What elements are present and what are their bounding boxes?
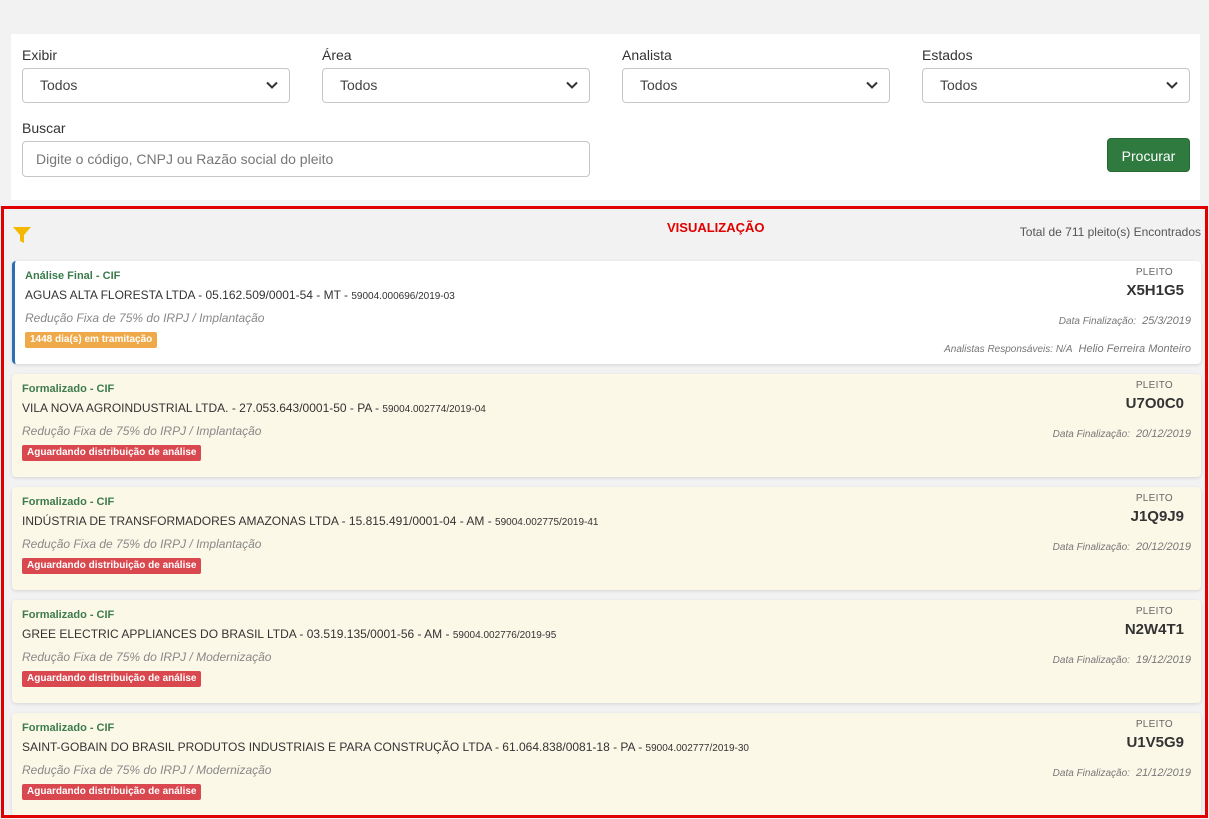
pleito-code: U7O0C0	[1125, 395, 1184, 412]
status-badge: Aguardando distribuição de análise	[22, 671, 202, 687]
estados-field: Estados Todos	[922, 47, 1190, 103]
card-process-number: 59004.002775/2019-41	[495, 517, 599, 528]
pleito-label: PLEITO	[1135, 380, 1173, 391]
pleito-code: U1V5G9	[1126, 734, 1184, 751]
card-company: VILA NOVA AGROINDUSTRIAL LTDA. - 27.053.…	[22, 401, 486, 415]
chevron-down-icon	[866, 81, 878, 89]
estados-select[interactable]: Todos	[922, 68, 1190, 103]
card-status: Formalizado - CIF	[22, 722, 115, 734]
card-process-number: 59004.000696/2019-03	[351, 291, 455, 302]
tramitacao-badge: 1448 dia(s) em tramitação	[25, 332, 158, 348]
area-field: Área Todos	[322, 47, 590, 103]
filter-panel: Exibir Todos Área Todos Analista Todos E…	[11, 34, 1200, 200]
card-benefit: Redução Fixa de 75% do IRPJ / Modernizaç…	[22, 763, 272, 777]
card-status: Formalizado - CIF	[22, 496, 115, 508]
chevron-down-icon	[1166, 81, 1178, 89]
filter-funnel-icon[interactable]	[12, 226, 32, 244]
card-benefit: Redução Fixa de 75% do IRPJ / Implantaçã…	[22, 424, 262, 438]
analista-field: Analista Todos	[622, 47, 890, 103]
estados-label: Estados	[922, 47, 973, 63]
data-finalizacao: Data Finalização: 20/12/2019	[1052, 428, 1191, 440]
pleito-code: J1Q9J9	[1130, 508, 1184, 525]
status-badge: Aguardando distribuição de análise	[22, 784, 202, 800]
visualizacao-title: VISUALIZAÇÃO	[667, 220, 765, 235]
card-company: INDÚSTRIA DE TRANSFORMADORES AMAZONAS LT…	[22, 514, 599, 528]
pleito-label: PLEITO	[1135, 606, 1173, 617]
card-company: SAINT-GOBAIN DO BRASIL PRODUTOS INDUSTRI…	[22, 740, 749, 754]
card-benefit: Redução Fixa de 75% do IRPJ / Modernizaç…	[22, 650, 272, 664]
pleito-card[interactable]: Formalizado - CIF GREE ELECTRIC APPLIANC…	[12, 600, 1201, 703]
chevron-down-icon	[266, 81, 278, 89]
visualizacao-panel: VISUALIZAÇÃO Total de 711 pleito(s) Enco…	[1, 206, 1208, 818]
card-company: AGUAS ALTA FLORESTA LTDA - 05.162.509/00…	[25, 288, 455, 302]
analista-label: Analista	[622, 47, 672, 63]
area-label: Área	[322, 47, 352, 63]
total-count: Total de 711 pleito(s) Encontrados	[1019, 225, 1201, 239]
card-status: Análise Final - CIF	[25, 270, 121, 282]
analista-select[interactable]: Todos	[622, 68, 890, 103]
pleito-card[interactable]: Análise Final - CIF AGUAS ALTA FLORESTA …	[12, 261, 1201, 364]
exibir-select[interactable]: Todos	[22, 68, 290, 103]
exibir-label: Exibir	[22, 47, 58, 63]
pleito-label: PLEITO	[1135, 719, 1173, 730]
estados-select-value: Todos	[940, 77, 978, 93]
card-process-number: 59004.002776/2019-95	[452, 630, 557, 641]
card-process-number: 59004.002777/2019-30	[645, 743, 749, 754]
exibir-select-value: Todos	[40, 77, 78, 93]
card-company: GREE ELECTRIC APPLIANCES DO BRASIL LTDA …	[22, 627, 557, 641]
data-finalizacao: Data Finalização: 21/12/2019	[1052, 767, 1191, 779]
data-finalizacao: Data Finalização: 19/12/2019	[1052, 654, 1191, 666]
analistas-responsaveis: Analistas Responsáveis: N/A Helio Ferreir…	[944, 343, 1191, 355]
procurar-button[interactable]: Procurar	[1107, 138, 1190, 172]
card-status: Formalizado - CIF	[22, 609, 115, 621]
area-select[interactable]: Todos	[322, 68, 590, 103]
card-status: Formalizado - CIF	[22, 383, 115, 395]
exibir-field: Exibir Todos	[22, 47, 290, 103]
pleito-card[interactable]: Formalizado - CIF VILA NOVA AGROINDUSTRI…	[12, 374, 1201, 477]
card-benefit: Redução Fixa de 75% do IRPJ / Implantaçã…	[22, 537, 262, 551]
area-select-value: Todos	[340, 77, 378, 93]
chevron-down-icon	[566, 81, 578, 89]
data-finalizacao: Data Finalização: 25/3/2019	[1058, 315, 1191, 327]
pleito-code: N2W4T1	[1124, 621, 1184, 638]
pleito-code: X5H1G5	[1126, 282, 1184, 299]
pleito-card[interactable]: Formalizado - CIF INDÚSTRIA DE TRANSFORM…	[12, 487, 1201, 590]
search-input[interactable]: Digite o código, CNPJ ou Razão social do…	[22, 141, 590, 177]
data-finalizacao: Data Finalização: 20/12/2019	[1052, 541, 1191, 553]
analista-select-value: Todos	[640, 77, 678, 93]
status-badge: Aguardando distribuição de análise	[22, 445, 202, 461]
card-process-number: 59004.002774/2019-04	[382, 404, 486, 415]
pleito-label: PLEITO	[1135, 267, 1173, 278]
buscar-label: Buscar	[22, 120, 66, 136]
pleito-label: PLEITO	[1135, 493, 1173, 504]
card-benefit: Redução Fixa de 75% do IRPJ / Implantaçã…	[25, 311, 265, 325]
status-badge: Aguardando distribuição de análise	[22, 558, 202, 574]
buscar-field: Buscar Digite o código, CNPJ ou Razão so…	[22, 120, 590, 177]
pleito-card[interactable]: Formalizado - CIF SAINT-GOBAIN DO BRASIL…	[12, 713, 1201, 815]
